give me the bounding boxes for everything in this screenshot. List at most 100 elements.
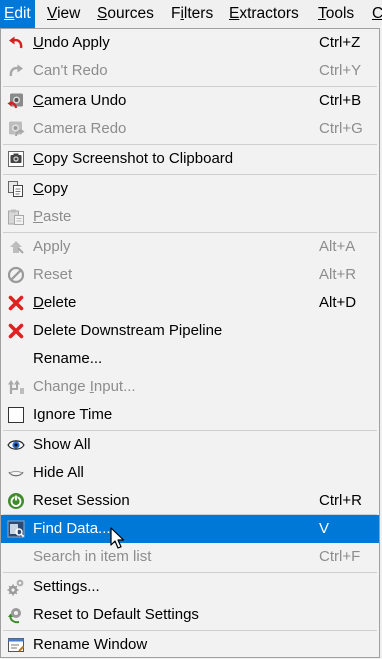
shortcut: V [319, 520, 330, 537]
menu-item-cant-redo[interactable]: Can't Redo Ctrl+Y [1, 57, 379, 85]
menu-item-reset[interactable]: Reset Alt+R [1, 261, 379, 289]
label: Camera Redo [33, 115, 126, 143]
label-pre: Show All [33, 436, 91, 453]
delete-x-icon [7, 294, 25, 312]
shortcut: Alt+D [319, 294, 357, 311]
gears-icon [7, 578, 25, 596]
menu-item-hide-all[interactable]: Hide All [1, 459, 379, 487]
label-mnemonic: C [33, 180, 44, 197]
label-pre: Reset Session [33, 492, 130, 509]
label-post: opy Screenshot to Clipboard [43, 150, 234, 167]
label-mnemonic: U [33, 34, 44, 51]
label: Camera Undo [33, 87, 126, 115]
label: Reset [33, 261, 72, 289]
label: Copy Screenshot to Clipboard [33, 145, 233, 173]
label-pre: Camera Redo [33, 120, 127, 137]
menu-view[interactable]: View [43, 0, 84, 28]
menu-item-reset-session[interactable]: Reset Session Ctrl+R [1, 487, 379, 515]
menu-item-copy[interactable]: Copy [1, 175, 379, 203]
apply-icon [7, 238, 25, 256]
label: Undo Apply [33, 29, 110, 57]
shortcut: Alt+R [319, 266, 357, 283]
label: Show All [33, 431, 91, 459]
label-pre: Settings... [33, 578, 100, 595]
menu-item-delete[interactable]: Delete Alt+D [1, 289, 379, 317]
label-post: ndo Apply [43, 34, 110, 51]
label-pre: Reset to Default Settings [33, 606, 199, 623]
menu-edit-post: dit [14, 5, 31, 22]
label: Settings... [33, 573, 100, 601]
camera-undo-icon [7, 92, 25, 110]
menu-item-ignore-time[interactable]: Ignore Time [1, 401, 379, 429]
label-mnemonic: g [37, 406, 46, 423]
label-pre: Find Data... [33, 520, 111, 537]
menu-item-change-input[interactable]: Change Input... [1, 373, 379, 401]
camera-redo-icon [7, 120, 25, 138]
menu-tools[interactable]: Tools [314, 0, 358, 28]
menu-sources-mnemonic: S [97, 5, 108, 22]
menu-item-rename-window[interactable]: Rename Window [1, 631, 379, 659]
reset-settings-icon [7, 606, 25, 624]
menu-c-truncated[interactable]: C [368, 0, 382, 28]
menu-item-reset-default-settings[interactable]: Reset to Default Settings [1, 601, 379, 629]
menu-extractors-post: xtractors [239, 5, 299, 22]
menu-item-camera-redo[interactable]: Camera Redo Ctrl+G [1, 115, 379, 143]
menu-item-rename[interactable]: Rename... [1, 345, 379, 373]
checkbox-unchecked-icon [7, 406, 25, 424]
menu-edit[interactable]: Edit [0, 0, 35, 28]
shortcut: Ctrl+B [319, 92, 362, 109]
undo-icon [7, 34, 25, 52]
label: Find Data... [33, 515, 111, 543]
menu-view-mnemonic: V [47, 5, 58, 22]
menu-item-camera-undo[interactable]: Camera Undo Ctrl+B [1, 87, 379, 115]
label: Rename Window [33, 631, 147, 659]
menu-tools-post: ools [325, 5, 355, 22]
label-pre: Change [33, 378, 90, 395]
label: Hide All [33, 459, 84, 487]
menu-edit-mnemonic: E [4, 5, 15, 22]
shortcut: Ctrl+R [319, 492, 362, 509]
screenshot-camera-icon [7, 150, 25, 168]
label-post: nput... [93, 378, 136, 395]
label: Can't Redo [33, 57, 108, 85]
menu-item-apply[interactable]: Apply Alt+A [1, 233, 379, 261]
menu-bar: Edit View Sources Filters Extractors Too… [0, 0, 382, 28]
label-pre: Can't Redo [33, 62, 108, 79]
label-pre: Reset [33, 266, 73, 283]
menu-item-show-all[interactable]: Show All [1, 431, 379, 459]
menu-item-search-item-list[interactable]: Search in item list Ctrl+F [1, 543, 379, 571]
label-pre: Apply [33, 238, 71, 255]
menu-item-delete-downstream[interactable]: Delete Downstream Pipeline [1, 317, 379, 345]
menu-item-paste[interactable]: Paste [1, 203, 379, 231]
delete-x-icon [7, 322, 25, 340]
label-pre: Hide All [33, 464, 84, 481]
menu-tools-mnemonic: T [318, 5, 326, 22]
label: Paste [33, 203, 71, 231]
menu-sources[interactable]: Sources [93, 0, 158, 28]
redo-icon [7, 62, 25, 80]
label-mnemonic: P [33, 208, 44, 225]
label: Copy [33, 175, 68, 203]
shortcut: Ctrl+G [319, 120, 363, 137]
label-mnemonic: C [33, 150, 44, 167]
menu-extractors[interactable]: Extractors [225, 0, 303, 28]
label-post: opy [43, 180, 69, 197]
menu-filters-post: lters [183, 5, 214, 22]
menu-filters[interactable]: Filters [167, 0, 217, 28]
menu-item-undo-apply[interactable]: Undo Apply Ctrl+Z [1, 29, 379, 57]
label-post: nore Time [45, 406, 113, 423]
shortcut: Ctrl+Y [319, 62, 362, 79]
shortcut: Ctrl+Z [319, 34, 361, 51]
menu-item-find-data[interactable]: Find Data... V [1, 515, 379, 543]
label: Change Input... [33, 373, 136, 401]
menu-item-copy-screenshot[interactable]: Copy Screenshot to Clipboard [1, 145, 379, 173]
label: Reset to Default Settings [33, 601, 199, 629]
find-data-icon [7, 520, 25, 538]
shortcut: Ctrl+F [319, 548, 361, 565]
menu-sources-post: ources [107, 5, 154, 22]
shortcut: Alt+A [319, 238, 356, 255]
menu-item-settings[interactable]: Settings... [1, 573, 379, 601]
menu-c-mnemonic: C [372, 5, 382, 22]
power-icon [7, 492, 25, 510]
edit-menu-dropdown: Undo Apply Ctrl+Z Can't Redo Ctrl+Y Came… [0, 28, 380, 658]
